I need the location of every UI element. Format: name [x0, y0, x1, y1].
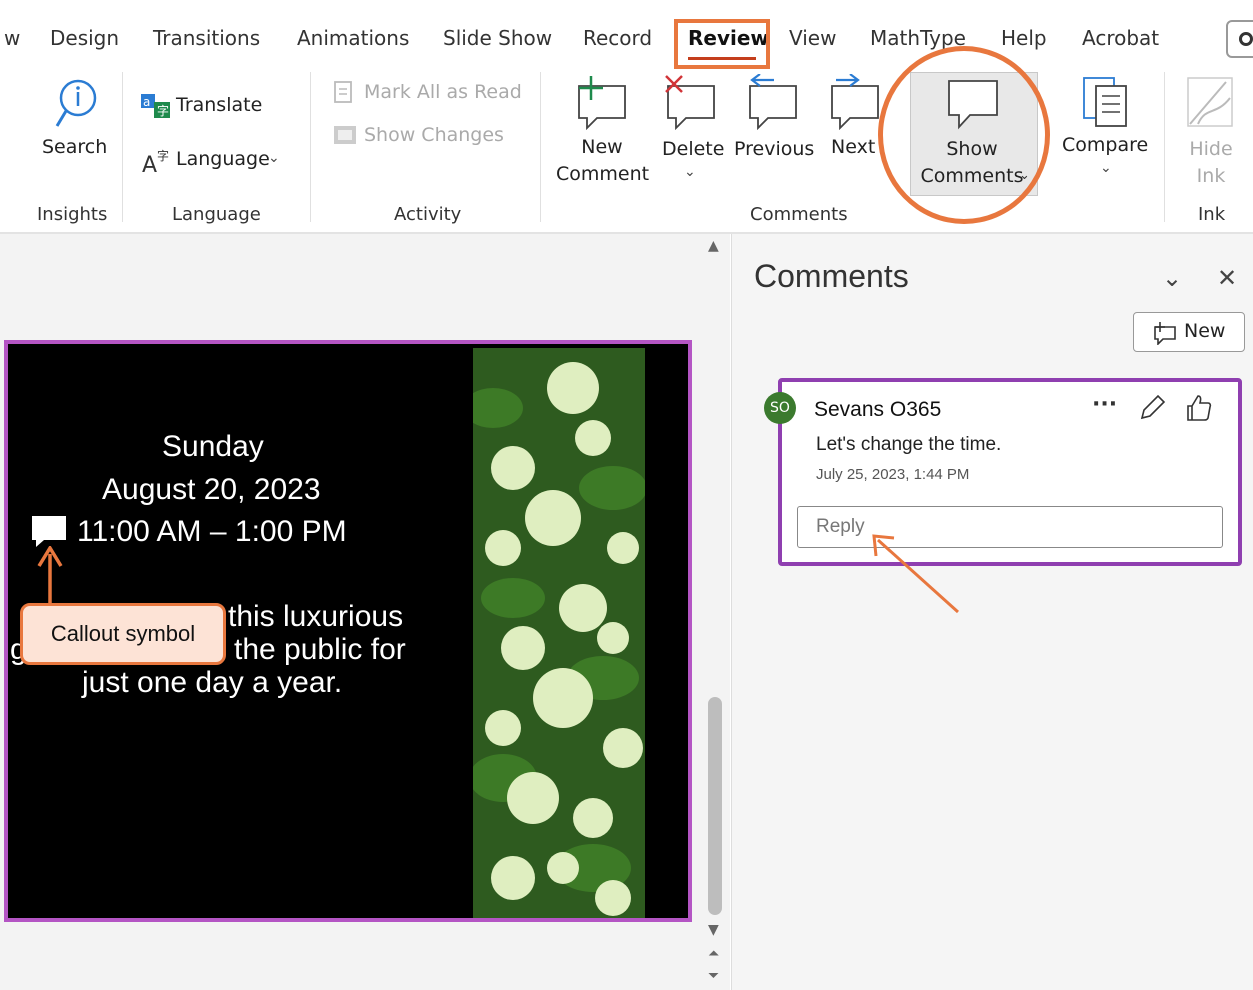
- reply-input[interactable]: Reply: [797, 506, 1223, 548]
- hide-ink-icon: [1187, 77, 1233, 127]
- svg-text:字: 字: [157, 103, 169, 118]
- group-label-insights: Insights: [37, 204, 108, 225]
- search-button[interactable]: Search: [42, 134, 107, 161]
- hide-ink-button[interactable]: Hide Ink: [1180, 136, 1242, 190]
- more-options-icon[interactable]: ···: [1092, 392, 1117, 417]
- slide-body-line1: this luxurious: [228, 600, 404, 633]
- previous-comment-icon: [749, 74, 797, 130]
- slide-body-line2: the public for: [234, 633, 406, 666]
- mark-all-as-read-button[interactable]: Mark All as Read: [364, 79, 522, 106]
- show-changes-button[interactable]: Show Changes: [364, 122, 504, 149]
- record-button[interactable]: [1226, 20, 1253, 58]
- ribbon-tab-bar: w Design Transitions Animations Slide Sh…: [0, 0, 1253, 70]
- group-separator: [1164, 72, 1165, 222]
- hide-ink-label-line2: Ink: [1196, 165, 1226, 187]
- next-comment-icon: [831, 74, 879, 130]
- slide-day: Sunday: [162, 430, 264, 463]
- chevron-down-icon: ⌄: [268, 150, 280, 166]
- delete-comment-icon: [665, 75, 715, 130]
- chevron-down-icon: ⌄: [684, 164, 696, 180]
- search-icon[interactable]: [54, 78, 100, 130]
- group-separator: [540, 72, 541, 222]
- mark-read-icon: [334, 81, 352, 103]
- tab-acrobat[interactable]: Acrobat: [1082, 26, 1159, 50]
- chevron-down-icon: ⌄: [1100, 160, 1112, 176]
- scrollbar-thumb[interactable]: [708, 697, 722, 915]
- show-comments-highlight-circle: [878, 46, 1050, 224]
- new-comment-icon: [578, 76, 626, 130]
- group-label-activity: Activity: [394, 204, 462, 225]
- delete-button[interactable]: Delete: [662, 136, 724, 163]
- new-comment-label-line1: New: [581, 136, 623, 158]
- compare-icon: [1083, 77, 1127, 127]
- previous-button[interactable]: Previous: [734, 136, 814, 163]
- slide-time: 11:00 AM – 1:00 PM: [77, 515, 347, 548]
- language-icon: A 字: [142, 148, 169, 176]
- comment-timestamp: July 25, 2023, 1:44 PM: [816, 466, 970, 483]
- translate-icon: a 字: [141, 94, 170, 118]
- review-tab-highlight-box: [674, 19, 770, 69]
- comments-pane-title: Comments: [754, 258, 909, 294]
- slide-date: August 20, 2023: [102, 473, 321, 506]
- next-button[interactable]: Next: [831, 134, 875, 161]
- tab-help[interactable]: Help: [1001, 26, 1047, 50]
- new-comment-pane-label: New: [1184, 320, 1226, 342]
- group-label-ink: Ink: [1198, 204, 1226, 225]
- slide-body-line3: just one day a year.: [82, 666, 343, 699]
- group-separator: [122, 72, 123, 222]
- previous-slide-icon[interactable]: ⏶: [708, 946, 719, 962]
- close-icon[interactable]: ✕: [1217, 264, 1237, 292]
- reply-annotation-arrow: [872, 534, 960, 614]
- collapse-chevron-icon[interactable]: ⌄: [1162, 264, 1182, 292]
- tab-animations[interactable]: Animations: [297, 26, 409, 50]
- tab-view[interactable]: View: [789, 26, 836, 50]
- show-changes-icon: [334, 126, 356, 144]
- like-thumbs-up-icon[interactable]: [1186, 394, 1212, 422]
- scroll-up-icon[interactable]: ▲: [708, 238, 719, 254]
- new-comment-label-line2: Comment: [556, 163, 650, 185]
- new-comment-button[interactable]: New Comment: [556, 134, 650, 188]
- svg-text:A: A: [142, 153, 157, 176]
- edit-pencil-icon[interactable]: [1138, 394, 1166, 422]
- tab-view-partial[interactable]: w: [4, 26, 20, 50]
- comment-author: Sevans O365: [814, 398, 942, 421]
- translate-button[interactable]: Translate: [176, 92, 262, 119]
- tab-design[interactable]: Design: [50, 26, 119, 50]
- comment-callout-icon[interactable]: [32, 516, 68, 548]
- callout-symbol-annotation: Callout symbol: [20, 603, 226, 665]
- new-comment-small-icon: [1154, 322, 1176, 345]
- next-slide-icon[interactable]: ⏷: [708, 968, 719, 984]
- avatar: SO: [764, 392, 796, 424]
- compare-button[interactable]: Compare: [1062, 132, 1148, 159]
- svg-text:a: a: [143, 95, 150, 109]
- language-button[interactable]: Language: [176, 146, 270, 173]
- tab-record[interactable]: Record: [583, 26, 652, 50]
- new-comment-pane-button[interactable]: New: [1133, 312, 1245, 352]
- tab-transitions[interactable]: Transitions: [153, 26, 260, 50]
- hydrangea-photo: [473, 348, 645, 918]
- record-icon: [1239, 32, 1253, 46]
- group-label-language: Language: [172, 204, 261, 225]
- group-separator: [310, 72, 311, 222]
- group-label-comments: Comments: [750, 204, 848, 225]
- hide-ink-label-line1: Hide: [1189, 138, 1233, 160]
- svg-text:字: 字: [157, 148, 169, 163]
- comment-text: Let's change the time.: [816, 434, 1002, 455]
- scroll-down-icon[interactable]: ▼: [708, 922, 719, 938]
- callout-arrow: [37, 546, 63, 604]
- tab-slide-show[interactable]: Slide Show: [443, 26, 552, 50]
